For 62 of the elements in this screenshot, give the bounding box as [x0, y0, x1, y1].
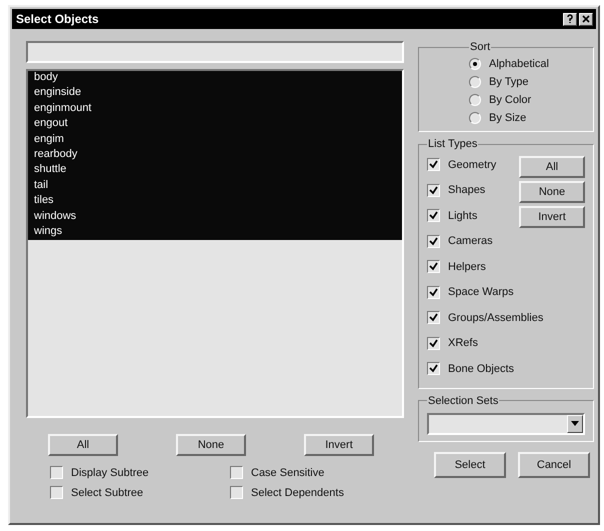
- type-button[interactable]: All: [519, 156, 585, 178]
- option-label: By Color: [489, 94, 532, 106]
- option-label: Bone Objects: [448, 362, 514, 375]
- list-item[interactable]: engim: [28, 132, 402, 148]
- group-title: List Types: [427, 138, 478, 150]
- radio-button[interactable]: [469, 94, 481, 106]
- option-label: Geometry: [448, 158, 496, 171]
- option-label: By Type: [489, 76, 529, 88]
- checkbox[interactable]: [230, 486, 243, 499]
- list-item[interactable]: tiles: [28, 194, 402, 210]
- checkbox[interactable]: [427, 209, 440, 222]
- option-label: Select Dependents: [251, 486, 344, 498]
- option-label: Select Subtree: [71, 486, 144, 498]
- window-title: Select Objects: [16, 12, 99, 26]
- group-title: Selection Sets: [427, 394, 500, 406]
- selection-sets-dropdown[interactable]: [427, 412, 585, 434]
- option-label: Display Subtree: [71, 466, 149, 478]
- option-label: Alphabetical: [489, 58, 549, 70]
- search-field[interactable]: [26, 41, 404, 63]
- checkbox[interactable]: [427, 362, 440, 376]
- option-label: Lights: [448, 210, 478, 222]
- checkbox[interactable]: [230, 466, 243, 479]
- list-item[interactable]: rearbody: [28, 148, 402, 164]
- checkbox[interactable]: [427, 260, 440, 274]
- list-button[interactable]: None: [176, 434, 246, 456]
- help-icon[interactable]: [563, 12, 577, 26]
- list-item[interactable]: windows: [28, 210, 402, 225]
- checkbox[interactable]: [50, 466, 63, 479]
- checkbox[interactable]: [427, 234, 440, 248]
- checkbox[interactable]: [50, 486, 63, 499]
- checkbox[interactable]: [427, 336, 440, 350]
- option-label: Space Warps: [448, 286, 514, 298]
- option-label: Cameras: [448, 235, 493, 248]
- list-item[interactable]: engout: [28, 117, 402, 133]
- radio-button[interactable]: [469, 76, 481, 88]
- list-item[interactable]: body: [28, 71, 402, 86]
- checkbox[interactable]: [427, 286, 440, 299]
- option-label: Groups/Assemblies: [448, 312, 544, 324]
- option-label: Case Sensitive: [251, 466, 324, 478]
- checkbox[interactable]: [427, 184, 440, 197]
- list-item[interactable]: enginside: [28, 86, 402, 102]
- checkbox[interactable]: [427, 311, 440, 324]
- list-item[interactable]: enginmount: [28, 102, 402, 118]
- checkbox[interactable]: [427, 158, 440, 172]
- type-button[interactable]: Invert: [519, 206, 585, 228]
- list-item[interactable]: tail: [28, 178, 402, 194]
- list-item[interactable]: shuttle: [28, 163, 402, 179]
- group-title: Sort: [469, 41, 492, 53]
- option-label: XRefs: [448, 337, 478, 350]
- list-button[interactable]: All: [48, 434, 118, 456]
- dialog-button[interactable]: Select: [434, 452, 506, 478]
- option-label: By Size: [489, 112, 526, 124]
- radio-button[interactable]: [469, 58, 481, 70]
- radio-button[interactable]: [469, 112, 481, 124]
- list-item[interactable]: wings: [28, 224, 402, 240]
- option-label: Helpers: [448, 260, 486, 273]
- object-list[interactable]: body enginside enginmount engout engim rearbody shuttle tail tiles windows wings: [26, 69, 404, 418]
- dialog-button[interactable]: Cancel: [518, 452, 590, 478]
- list-button[interactable]: Invert: [304, 434, 374, 456]
- close-icon[interactable]: [579, 12, 593, 26]
- type-button[interactable]: None: [519, 181, 585, 203]
- option-label: Shapes: [448, 184, 486, 196]
